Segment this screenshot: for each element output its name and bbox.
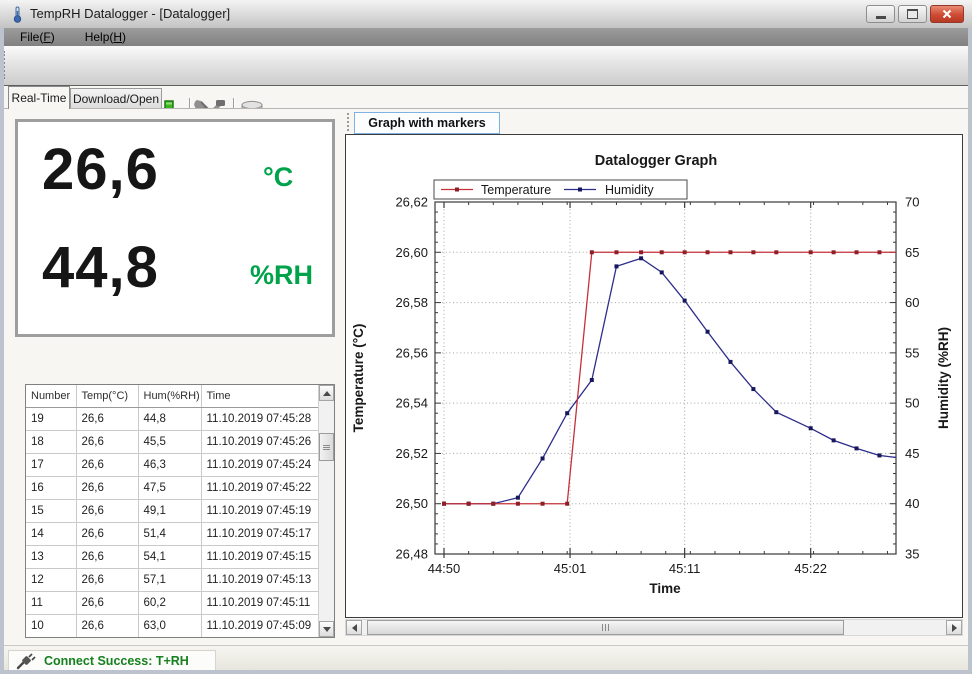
tab-page-real-time: 26,6 °C 44,8 %RH Number Temp(°C) Hum(%RH… bbox=[0, 108, 972, 645]
svg-text:26,60: 26,60 bbox=[395, 245, 428, 260]
menu-help[interactable]: Help(H) bbox=[75, 30, 136, 44]
svg-text:26,54: 26,54 bbox=[395, 396, 428, 411]
col-time[interactable]: Time bbox=[201, 385, 318, 408]
svg-text:Humidity (%RH): Humidity (%RH) bbox=[936, 327, 951, 429]
humidity-unit: %RH bbox=[250, 260, 313, 291]
scroll-down-button[interactable] bbox=[319, 621, 334, 637]
tab-download-open[interactable]: Download/Open bbox=[70, 88, 162, 108]
svg-text:40: 40 bbox=[905, 496, 919, 511]
table-row[interactable]: 1126,660,211.10.2019 07:45:11 bbox=[26, 592, 318, 615]
window-border bbox=[0, 28, 4, 674]
graph-with-markers-button[interactable]: Graph with markers bbox=[354, 112, 500, 134]
svg-text:60: 60 bbox=[905, 295, 919, 310]
svg-text:Time: Time bbox=[649, 581, 681, 596]
svg-text:26,48: 26,48 bbox=[395, 547, 428, 562]
window-border bbox=[0, 670, 972, 674]
hscrollbar-thumb[interactable] bbox=[367, 620, 844, 635]
col-hum[interactable]: Hum(%RH) bbox=[138, 385, 201, 408]
arrow-down-icon bbox=[323, 627, 331, 632]
plug-icon bbox=[16, 652, 36, 670]
scroll-up-button[interactable] bbox=[319, 385, 334, 401]
datalogger-chart: 44:50 45:01 45:11 45:22 26,62 26,60 26,58 26,56… bbox=[346, 135, 962, 617]
temperature-unit: °C bbox=[263, 162, 293, 193]
scroll-left-button[interactable] bbox=[346, 620, 362, 635]
scrollbar-thumb[interactable] bbox=[319, 433, 334, 461]
svg-text:55: 55 bbox=[905, 345, 919, 360]
close-icon bbox=[942, 9, 952, 19]
col-number[interactable]: Number bbox=[26, 385, 76, 408]
window-title: TempRH Datalogger - [Datalogger] bbox=[30, 6, 230, 21]
arrow-right-icon bbox=[952, 624, 957, 632]
table-row[interactable]: 1826,645,511.10.2019 07:45:26 bbox=[26, 431, 318, 454]
maximize-button[interactable] bbox=[898, 5, 927, 23]
svg-text:26,56: 26,56 bbox=[395, 345, 428, 360]
col-temp[interactable]: Temp(°C) bbox=[76, 385, 138, 408]
maximize-icon bbox=[907, 9, 918, 19]
svg-text:45:01: 45:01 bbox=[554, 561, 587, 576]
window-border bbox=[968, 28, 972, 674]
connection-status: Connect Success: T+RH bbox=[8, 650, 216, 671]
minimize-icon bbox=[876, 16, 886, 19]
svg-text:70: 70 bbox=[905, 195, 919, 210]
close-button[interactable] bbox=[930, 5, 964, 23]
svg-text:45:11: 45:11 bbox=[669, 561, 701, 576]
live-readout-panel: 26,6 °C 44,8 %RH bbox=[15, 119, 335, 337]
table-row[interactable]: 1726,646,311.10.2019 07:45:24 bbox=[26, 454, 318, 477]
minimize-button[interactable] bbox=[866, 5, 895, 23]
graph-toolstrip-grip[interactable] bbox=[347, 113, 352, 131]
status-text: Connect Success: T+RH bbox=[44, 654, 189, 668]
svg-text:Temperature (°C): Temperature (°C) bbox=[351, 324, 366, 433]
svg-text:26,50: 26,50 bbox=[395, 496, 428, 511]
svg-text:26,62: 26,62 bbox=[395, 195, 428, 210]
table-row[interactable]: 1526,649,111.10.2019 07:45:19 bbox=[26, 500, 318, 523]
svg-text:Temperature: Temperature bbox=[481, 183, 551, 197]
table-header-row: Number Temp(°C) Hum(%RH) Time bbox=[26, 385, 318, 408]
table-body: 1926,644,811.10.2019 07:45:281826,645,51… bbox=[26, 408, 318, 638]
menu-file[interactable]: File(F) bbox=[10, 30, 65, 44]
svg-text:45:22: 45:22 bbox=[794, 561, 827, 576]
svg-text:45: 45 bbox=[905, 446, 919, 461]
graph-horizontal-scrollbar[interactable] bbox=[345, 619, 963, 636]
table-row[interactable]: 1026,663,011.10.2019 07:45:09 bbox=[26, 615, 318, 638]
menu-bar: File(F) Help(H) bbox=[0, 28, 972, 46]
table-row[interactable]: 1226,657,111.10.2019 07:45:13 bbox=[26, 569, 318, 592]
humidity-value: 44,8 bbox=[42, 234, 159, 301]
log-table: Number Temp(°C) Hum(%RH) Time 1926,644,8… bbox=[25, 384, 335, 638]
title-bar[interactable]: TempRH Datalogger - [Datalogger] bbox=[0, 0, 972, 29]
svg-text:26,58: 26,58 bbox=[395, 295, 428, 310]
arrow-up-icon bbox=[323, 391, 331, 396]
svg-text:44:50: 44:50 bbox=[428, 561, 461, 576]
app-window: TempRH Datalogger - [Datalogger] File(F)… bbox=[0, 0, 972, 674]
table-scrollbar[interactable] bbox=[318, 385, 334, 637]
graph-panel: 44:50 45:01 45:11 45:22 26,62 26,60 26,58 26,56… bbox=[345, 134, 963, 618]
main-toolbar: ? bbox=[0, 46, 972, 86]
scroll-right-button[interactable] bbox=[946, 620, 962, 635]
svg-text:50: 50 bbox=[905, 396, 919, 411]
svg-text:35: 35 bbox=[905, 547, 919, 562]
thermometer-app-icon bbox=[10, 6, 25, 28]
table-row[interactable]: 1926,644,811.10.2019 07:45:28 bbox=[26, 408, 318, 431]
table-row[interactable]: 1326,654,111.10.2019 07:45:15 bbox=[26, 546, 318, 569]
svg-text:Humidity: Humidity bbox=[605, 183, 654, 197]
temperature-value: 26,6 bbox=[42, 136, 159, 203]
svg-text:Datalogger Graph: Datalogger Graph bbox=[595, 153, 717, 169]
svg-text:65: 65 bbox=[905, 245, 919, 260]
svg-text:26,52: 26,52 bbox=[395, 446, 428, 461]
table-row[interactable]: 1426,651,411.10.2019 07:45:17 bbox=[26, 523, 318, 546]
tab-real-time[interactable]: Real-Time bbox=[8, 86, 70, 109]
arrow-left-icon bbox=[352, 624, 357, 632]
table-row[interactable]: 1626,647,511.10.2019 07:45:22 bbox=[26, 477, 318, 500]
